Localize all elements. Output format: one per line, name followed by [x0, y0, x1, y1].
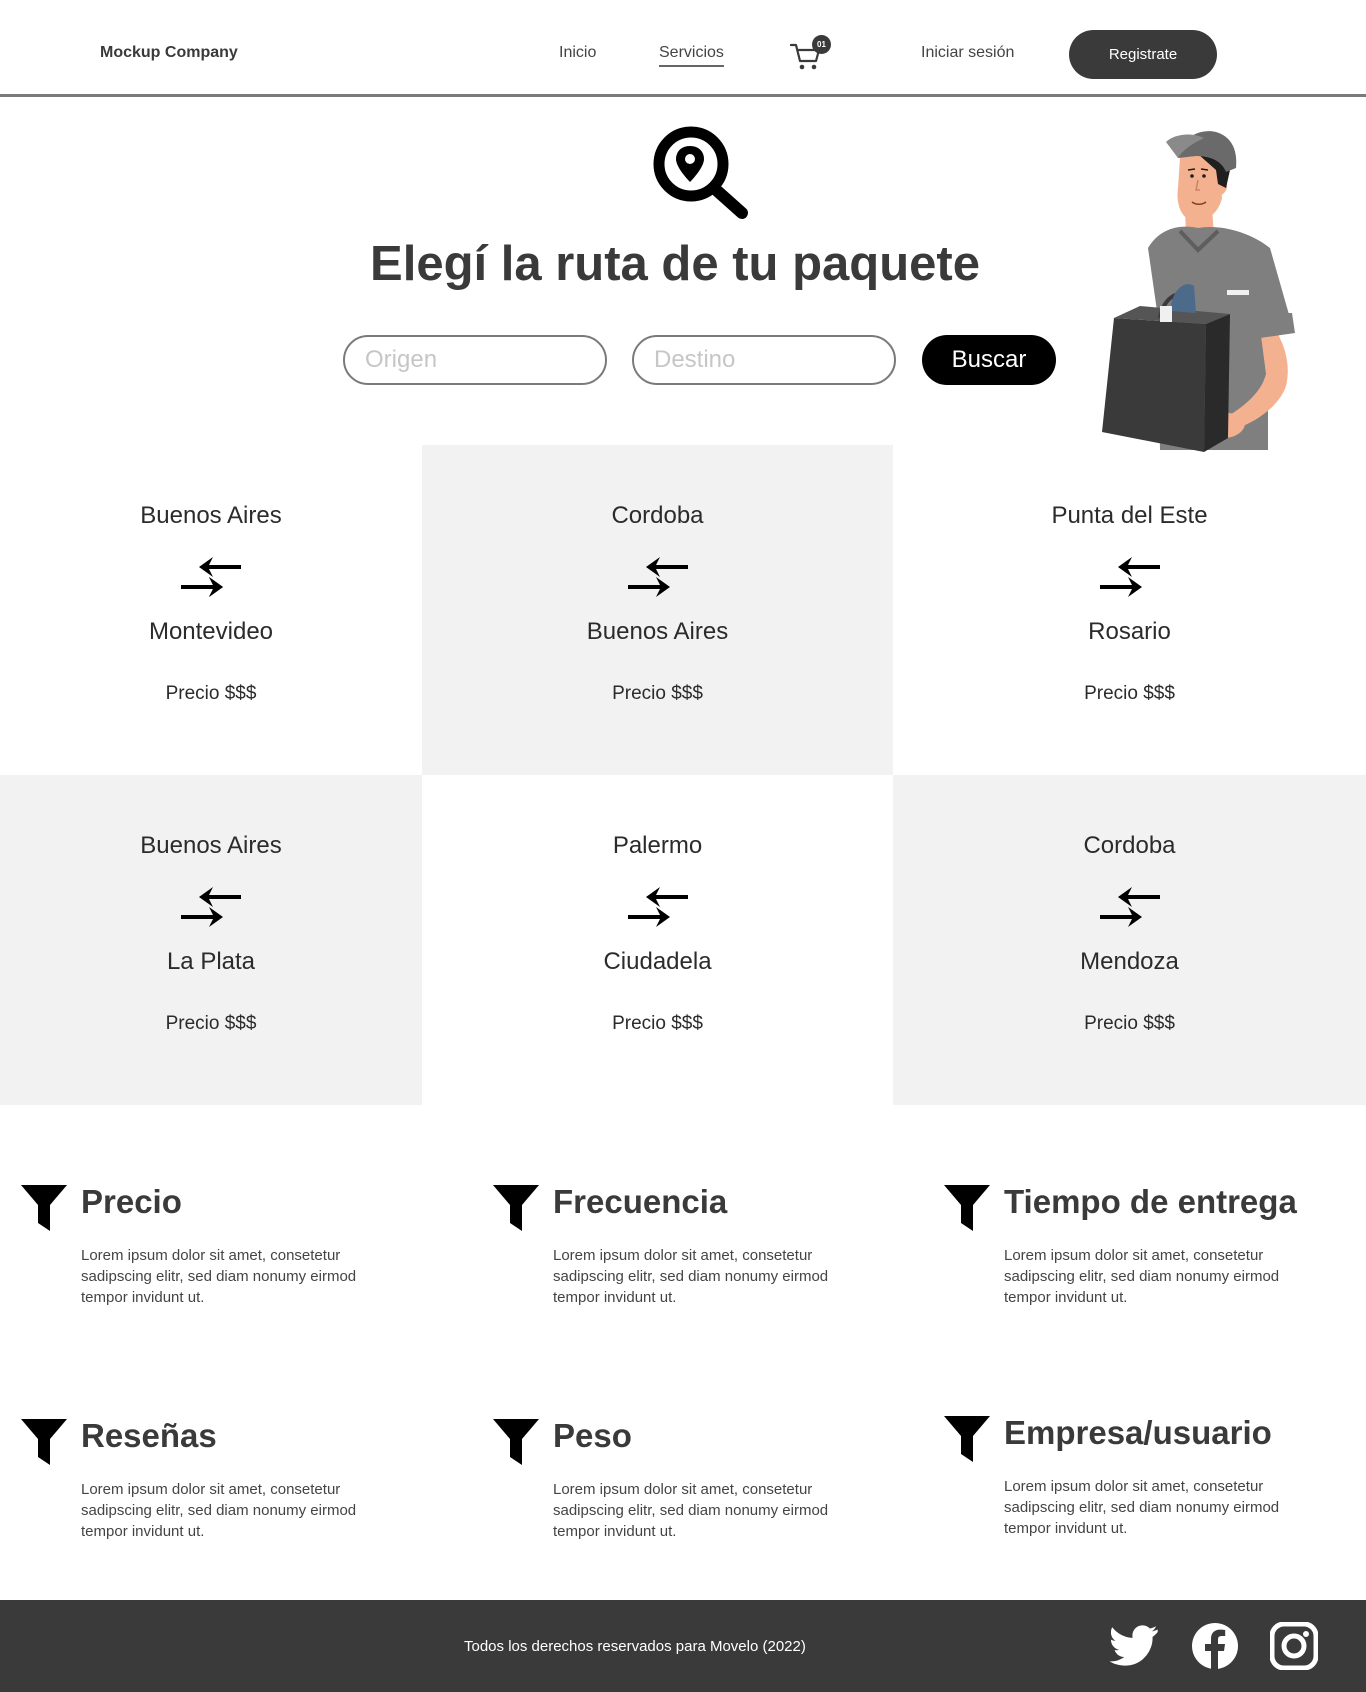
- nav-link-servicios[interactable]: Servicios: [659, 44, 724, 67]
- swap-arrows-icon: [1099, 887, 1160, 927]
- swap-arrows-icon: [1099, 557, 1160, 597]
- filter-item[interactable]: Frecuencia Lorem ipsum dolor sit amet, c…: [492, 1183, 932, 1333]
- login-link[interactable]: Iniciar sesión: [921, 44, 1014, 62]
- site-header: Mockup Company Inicio Servicios 01 Inici…: [0, 0, 1366, 97]
- filter-description: Lorem ipsum dolor sit amet, consetetur s…: [81, 1247, 357, 1306]
- route-destination: Montevideo: [148, 618, 274, 645]
- route-origin: Punta del Este: [1051, 502, 1208, 529]
- location-search-icon: [653, 126, 748, 219]
- swap-arrows-icon: [181, 887, 241, 927]
- filter-description: Lorem ipsum dolor sit amet, consetetur s…: [81, 1481, 357, 1540]
- filter-title: Peso: [553, 1417, 632, 1454]
- filter-title: Empresa/usuario: [1004, 1414, 1272, 1451]
- route-card[interactable]: Cordoba Buenos Aires Precio $$$: [422, 445, 893, 775]
- nav-link-servicios-label: Servicios: [659, 44, 724, 61]
- filter-description: Lorem ipsum dolor sit amet, consetetur s…: [1004, 1247, 1280, 1306]
- filter-funnel-icon: [493, 1185, 539, 1231]
- route-card[interactable]: Buenos Aires La Plata Precio $$$: [0, 775, 422, 1105]
- filter-title: Reseñas: [81, 1417, 217, 1454]
- filter-item[interactable]: Peso Lorem ipsum dolor sit amet, consete…: [492, 1417, 932, 1567]
- route-price: Precio $$$: [165, 683, 257, 704]
- route-destination: Mendoza: [1080, 948, 1179, 975]
- filter-funnel-icon: [944, 1416, 990, 1462]
- filter-funnel-icon: [21, 1185, 67, 1231]
- facebook-icon[interactable]: [1191, 1622, 1239, 1670]
- filter-funnel-icon: [944, 1185, 990, 1231]
- filter-description: Lorem ipsum dolor sit amet, consetetur s…: [1004, 1478, 1280, 1537]
- swap-arrows-icon: [627, 557, 688, 597]
- filter-item[interactable]: Empresa/usuario Lorem ipsum dolor sit am…: [943, 1414, 1366, 1564]
- route-destination: La Plata: [166, 948, 256, 975]
- filter-item[interactable]: Reseñas Lorem ipsum dolor sit amet, cons…: [20, 1417, 460, 1567]
- route-origin: Buenos Aires: [140, 502, 282, 529]
- route-price: Precio $$$: [1084, 683, 1175, 704]
- company-logo[interactable]: Mockup Company: [100, 44, 238, 62]
- delivery-man-illustration: [1102, 131, 1295, 452]
- filter-item[interactable]: Tiempo de entrega Lorem ipsum dolor sit …: [943, 1183, 1366, 1333]
- instagram-icon[interactable]: [1270, 1622, 1318, 1670]
- twitter-icon[interactable]: [1110, 1622, 1158, 1670]
- origin-input[interactable]: [343, 335, 607, 385]
- swap-arrows-icon: [181, 557, 241, 597]
- filter-item[interactable]: Precio Lorem ipsum dolor sit amet, conse…: [20, 1183, 460, 1333]
- filter-description: Lorem ipsum dolor sit amet, consetetur s…: [553, 1247, 829, 1306]
- route-price: Precio $$$: [612, 1013, 703, 1034]
- filter-title: Precio: [81, 1183, 182, 1220]
- route-card[interactable]: Palermo Ciudadela Precio $$$: [422, 775, 893, 1105]
- register-button[interactable]: Registrate: [1069, 30, 1217, 79]
- route-card[interactable]: Punta del Este Rosario Precio $$$: [893, 445, 1366, 775]
- filter-funnel-icon: [493, 1419, 539, 1465]
- route-origin: Palermo: [612, 832, 703, 859]
- site-footer: Todos los derechos reservados para Movel…: [0, 1600, 1366, 1692]
- active-nav-underline: [659, 65, 724, 67]
- destination-input[interactable]: [632, 335, 896, 385]
- swap-arrows-icon: [627, 887, 688, 927]
- route-destination: Ciudadela: [603, 948, 712, 975]
- routes-grid: Buenos Aires Montevideo Precio $$$ Cordo…: [0, 445, 1366, 1105]
- route-card[interactable]: Buenos Aires Montevideo Precio $$$: [0, 445, 422, 775]
- filter-title: Tiempo de entrega: [1004, 1183, 1297, 1220]
- route-price: Precio $$$: [612, 683, 703, 704]
- route-card[interactable]: Cordoba Mendoza Precio $$$: [893, 775, 1366, 1105]
- search-button[interactable]: Buscar: [922, 335, 1056, 385]
- route-destination: Buenos Aires: [586, 618, 729, 645]
- cart-count-badge: 01: [812, 35, 831, 54]
- copyright-text: Todos los derechos reservados para Movel…: [464, 1638, 806, 1655]
- filter-title: Frecuencia: [553, 1183, 728, 1220]
- route-price: Precio $$$: [1084, 1013, 1175, 1034]
- route-destination: Rosario: [1088, 618, 1171, 645]
- page-title: Elegí la ruta de tu paquete: [370, 237, 980, 291]
- nav-link-inicio[interactable]: Inicio: [559, 44, 596, 62]
- route-origin: Cordoba: [1083, 832, 1176, 859]
- filter-funnel-icon: [21, 1419, 67, 1465]
- route-origin: Cordoba: [611, 502, 704, 529]
- route-origin: Buenos Aires: [140, 832, 282, 859]
- filter-description: Lorem ipsum dolor sit amet, consetetur s…: [553, 1481, 829, 1540]
- route-price: Precio $$$: [165, 1013, 257, 1034]
